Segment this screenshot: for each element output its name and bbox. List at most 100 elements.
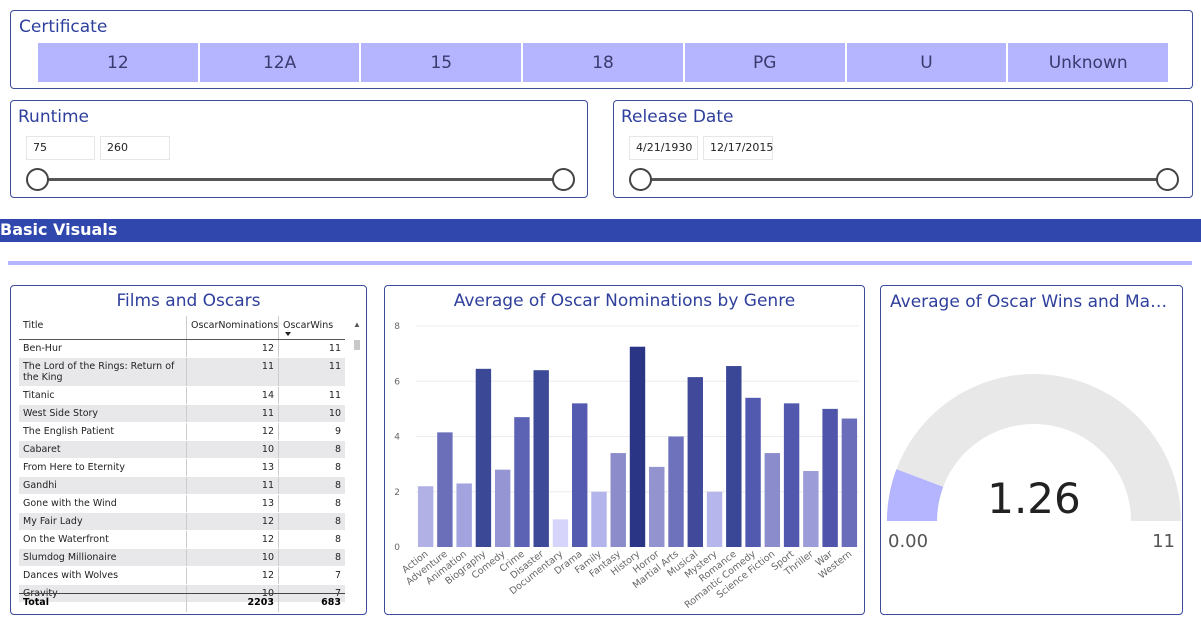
table-row[interactable]: The Lord of the Rings: Return of the Kin… — [19, 358, 345, 387]
table-row[interactable]: My Fair Lady 12 8 — [19, 513, 345, 531]
bar-mystery[interactable] — [706, 491, 723, 547]
cell-nominations: 12 — [187, 513, 279, 530]
section-header: Basic Visuals — [0, 219, 1201, 242]
bar-drama[interactable] — [572, 403, 588, 547]
bar-science-fiction[interactable] — [764, 453, 781, 547]
runtime-max-input[interactable]: 260 — [100, 136, 170, 160]
bar-comedy[interactable] — [494, 469, 511, 547]
cell-nominations: 12 — [187, 567, 279, 584]
cell-wins: 8 — [334, 480, 341, 491]
table-row[interactable]: From Here to Eternity 13 8 — [19, 459, 345, 477]
films-table-title: Films and Oscars — [116, 291, 261, 311]
certificate-option-18[interactable]: 18 — [523, 43, 683, 82]
bar-action[interactable] — [417, 486, 434, 547]
table-scrollbar[interactable]: ▲ — [353, 316, 361, 596]
release-date-title: Release Date — [621, 107, 734, 127]
column-header-title[interactable]: Title — [19, 316, 187, 339]
certificate-option-pg[interactable]: PG — [684, 43, 845, 82]
runtime-title: Runtime — [18, 107, 90, 127]
gauge-chart: 1.26 0.00 11 — [887, 374, 1181, 552]
y-tick-label: 2 — [394, 488, 400, 498]
bar-animation[interactable] — [456, 483, 472, 547]
certificate-option-15[interactable]: 15 — [361, 43, 522, 82]
cell-nominations: 10 — [187, 549, 279, 566]
cell-wins: 8 — [334, 534, 341, 545]
bar-war[interactable] — [822, 408, 838, 547]
cell-nominations: 14 — [187, 387, 279, 404]
bar-fantasy[interactable] — [610, 453, 626, 547]
table-row[interactable]: Gone with the Wind 13 8 — [19, 495, 345, 513]
bar-documentary[interactable] — [552, 519, 569, 547]
cell-nominations: 12 — [187, 531, 279, 548]
runtime-max-handle[interactable] — [552, 168, 575, 191]
column-header-oscar-wins-label: OscarWins — [283, 320, 334, 331]
films-table-visual: Films and Oscars Title OscarNominations … — [10, 285, 367, 615]
release-date-max-input[interactable]: 12/17/2015 — [703, 136, 773, 160]
cell-wins: 8 — [334, 498, 341, 509]
runtime-min-input[interactable]: 75 — [26, 136, 95, 160]
cell-nominations: 11 — [187, 358, 279, 386]
y-tick-label: 0 — [394, 543, 400, 553]
cell-wins: 9 — [334, 426, 341, 437]
bar-history[interactable] — [629, 346, 646, 547]
release-date-slider-track[interactable] — [641, 178, 1168, 181]
certificate-option-unknown[interactable]: Unknown — [1008, 43, 1169, 82]
table-row[interactable]: Titanic 14 11 — [19, 387, 345, 405]
table-row[interactable]: Dances with Wolves 12 7 — [19, 567, 345, 585]
table-row[interactable]: Slumdog Millionaire 10 8 — [19, 549, 345, 567]
oscar-wins-gauge-visual: Average of Oscar Wins and Max of ... 1.2… — [880, 285, 1183, 615]
runtime-slider-track[interactable] — [38, 178, 564, 181]
cell-title: Slumdog Millionaire — [19, 549, 187, 566]
gauge-min-label: 0.00 — [888, 531, 928, 552]
column-header-oscar-nominations[interactable]: OscarNominations — [187, 316, 279, 339]
bar-adventure[interactable] — [437, 432, 453, 547]
bar-biography[interactable] — [475, 368, 492, 547]
release-date-max-handle[interactable] — [1156, 168, 1179, 191]
cell-nominations: 11 — [187, 405, 279, 422]
cell-title: Titanic — [19, 387, 187, 404]
cell-title: Ben-Hur — [19, 340, 187, 357]
bar-disaster[interactable] — [533, 370, 549, 547]
cell-nominations: 13 — [187, 495, 279, 512]
bar-musical[interactable] — [687, 377, 703, 547]
cell-wins: 8 — [334, 552, 341, 563]
bar-western[interactable] — [841, 418, 858, 547]
table-row[interactable]: West Side Story 11 10 — [19, 405, 345, 423]
certificate-option-12a[interactable]: 12A — [199, 43, 360, 82]
bar-thriller[interactable] — [803, 471, 819, 547]
column-header-oscar-wins[interactable]: OscarWins — [279, 316, 345, 339]
cell-title: Gandhi — [19, 477, 187, 494]
table-row[interactable]: On the Waterfront 12 8 — [19, 531, 345, 549]
bar-martial-arts[interactable] — [668, 436, 684, 548]
cell-nominations: 12 — [187, 423, 279, 440]
certificate-options: 12 12A 15 18 PG U Unknown — [38, 43, 1169, 82]
total-label: Total — [19, 594, 187, 612]
genre-bar-chart-visual: Average of Oscar Nominations by Genre 02… — [384, 285, 865, 615]
sort-descending-icon — [285, 332, 291, 336]
bar-family[interactable] — [591, 491, 607, 547]
bar-romantic-comedy[interactable] — [745, 397, 761, 547]
certificate-option-u[interactable]: U — [846, 43, 1007, 82]
certificate-option-12[interactable]: 12 — [38, 43, 198, 82]
table-row[interactable]: Cabaret 10 8 — [19, 441, 345, 459]
table-row[interactable]: Ben-Hur 12 11 — [19, 340, 345, 358]
runtime-min-handle[interactable] — [26, 168, 49, 191]
table-row[interactable]: The English Patient 12 9 — [19, 423, 345, 441]
cell-title: The Lord of the Rings: Return of the Kin… — [19, 358, 187, 386]
scroll-thumb[interactable] — [354, 340, 360, 350]
cell-title: Gone with the Wind — [19, 495, 187, 512]
certificate-title: Certificate — [19, 17, 108, 37]
bar-crime[interactable] — [514, 417, 530, 547]
y-tick-label: 4 — [394, 433, 400, 443]
bar-horror[interactable] — [649, 466, 665, 547]
cell-title: West Side Story — [19, 405, 187, 422]
table-total-row: Total 2203 683 — [19, 593, 345, 612]
bar-romance[interactable] — [726, 366, 742, 547]
bar-sport[interactable] — [783, 403, 800, 547]
release-date-min-handle[interactable] — [629, 168, 652, 191]
cell-wins: 11 — [328, 390, 341, 401]
cell-title: Dances with Wolves — [19, 567, 187, 584]
release-date-min-input[interactable]: 4/21/1930 — [629, 136, 698, 160]
table-row[interactable]: Gandhi 11 8 — [19, 477, 345, 495]
scroll-up-icon[interactable]: ▲ — [353, 320, 361, 329]
